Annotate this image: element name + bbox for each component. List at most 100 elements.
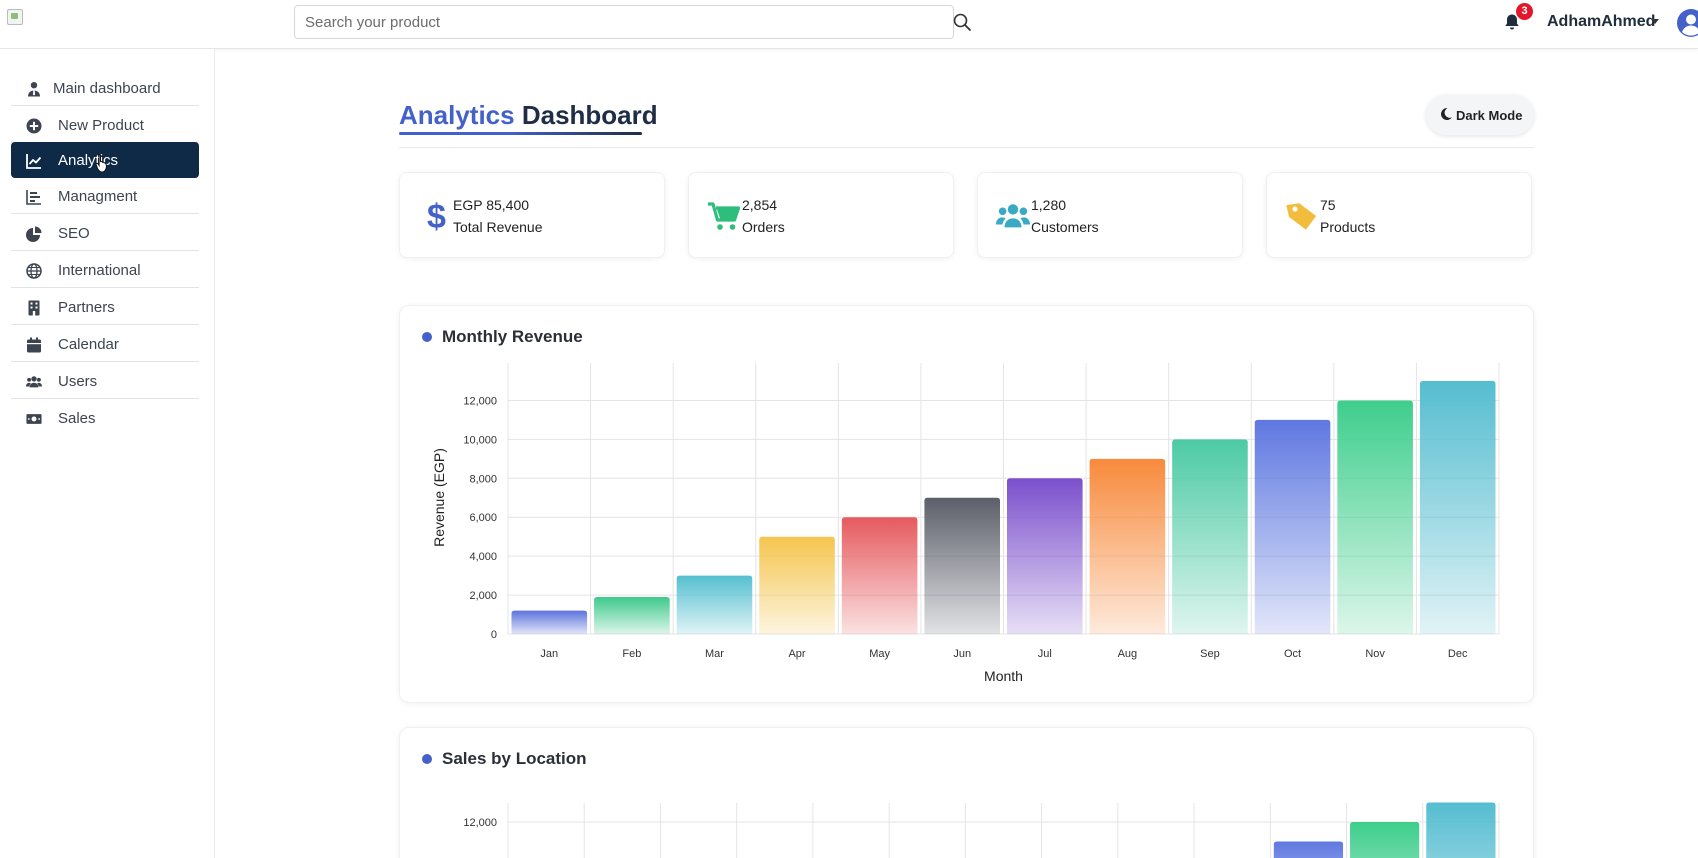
notification-badge: 3: [1516, 3, 1533, 20]
sidebar-item-users[interactable]: Users: [11, 363, 199, 399]
user-tie-icon: [28, 82, 40, 97]
sidebar-item-label: International: [58, 262, 141, 279]
stat-card-total-revenue: $ EGP 85,400 Total Revenue: [399, 172, 665, 258]
y-tick-label: 10,000: [463, 434, 497, 446]
bar: [1089, 458, 1166, 634]
money-bill-icon: [26, 414, 42, 424]
y-tick-label: 0: [491, 629, 497, 641]
stat-card-customers: 1,280 Customers: [977, 172, 1243, 258]
x-tick-label: Apr: [788, 648, 805, 660]
monthly-revenue-panel: Monthly Revenue 0 2,000 4,000 6,000 8,000 10,…: [399, 305, 1534, 703]
bar: [594, 597, 670, 634]
title-underline: [399, 132, 642, 135]
page-title-accent: Analytics: [399, 100, 515, 130]
globe-icon: [26, 263, 42, 279]
search-input[interactable]: [305, 6, 935, 38]
bar: [1350, 822, 1420, 858]
moon-icon: [1441, 107, 1452, 120]
sidebar-item-label: Users: [58, 373, 98, 390]
search-icon[interactable]: [952, 12, 972, 32]
stat-label: Customers: [1031, 219, 1099, 235]
sidebar-item-partners[interactable]: Partners: [11, 289, 199, 325]
page-title: Analytics Dashboard: [399, 100, 658, 131]
stat-card-orders: 2,854 Orders: [688, 172, 954, 258]
x-tick-label: Dec: [1448, 648, 1468, 660]
sidebar-item-label: Main dashboard: [53, 80, 161, 97]
tag-icon: [1286, 203, 1317, 230]
x-tick-label: Oct: [1284, 648, 1301, 660]
search-box: [294, 5, 954, 39]
y-tick-label: 4,000: [469, 551, 497, 563]
sidebar-item-calendar[interactable]: Calendar: [11, 326, 199, 362]
chart-bar-icon: [26, 190, 41, 205]
users-icon: [26, 376, 42, 388]
y-tick-label: 8,000: [469, 473, 497, 485]
logo-image[interactable]: [7, 9, 23, 25]
bar: [1007, 478, 1083, 634]
bar: [1172, 439, 1248, 634]
bar: [1254, 419, 1331, 634]
user-avatar-icon[interactable]: [1676, 8, 1698, 38]
sales-by-location-chart: 12,000: [463, 802, 1500, 858]
calendar-icon: [27, 337, 41, 353]
stat-card-products: 75 Products: [1266, 172, 1532, 258]
x-tick-label: Nov: [1365, 648, 1385, 660]
stat-value: EGP 85,400: [453, 197, 530, 213]
sidebar-item-label: New Product: [58, 117, 144, 134]
x-tick-label: May: [869, 648, 890, 660]
sidebar-item-new-product[interactable]: New Product: [11, 107, 199, 143]
sidebar-item-managment[interactable]: Managment: [11, 178, 199, 214]
sidebar-item-label: Analytics: [58, 152, 119, 169]
sidebar-item-label: Managment: [58, 188, 138, 205]
top-navbar: 3 AdhamAhmed: [0, 0, 1698, 49]
dollar-icon: $: [427, 199, 446, 233]
sidebar-item-seo[interactable]: SEO: [11, 215, 199, 251]
divider: [399, 147, 1534, 148]
stat-label: Products: [1320, 219, 1376, 235]
sales-by-location-panel: Sales by Location 12,000: [399, 727, 1534, 858]
bar: [1426, 802, 1496, 858]
sidebar-item-label: SEO: [58, 225, 90, 242]
stat-value: 1,280: [1031, 197, 1067, 213]
y-tick-label: 12,000: [463, 817, 497, 829]
building-icon: [28, 300, 40, 316]
bar: [759, 536, 835, 634]
page-title-rest: Dashboard: [521, 100, 658, 130]
x-tick-label: Sep: [1200, 648, 1220, 660]
stat-label: Total Revenue: [453, 219, 543, 235]
sidebar-item-label: Calendar: [58, 336, 119, 353]
sidebar-item-main-dashboard[interactable]: Main dashboard: [11, 70, 199, 106]
bar: [1337, 400, 1413, 634]
y-axis-label: Revenue (EGP): [431, 448, 447, 547]
bar: [1419, 381, 1496, 634]
svg-text:$: $: [427, 199, 446, 233]
chevron-down-icon[interactable]: [1651, 19, 1659, 24]
sidebar-item-label: Sales: [58, 410, 96, 427]
chart-line-icon: [26, 154, 42, 169]
bar: [511, 610, 588, 634]
y-tick-label: 12,000: [463, 395, 497, 407]
user-name[interactable]: AdhamAhmed: [1547, 13, 1655, 31]
dark-mode-button[interactable]: Dark Mode: [1426, 95, 1534, 135]
y-tick-label: 6,000: [469, 512, 497, 524]
sidebar-item-sales[interactable]: Sales: [11, 400, 199, 436]
monthly-revenue-chart: 0 2,000 4,000 6,000 8,000 10,000 12,000 Jan Feb M…: [431, 363, 1500, 684]
sidebar-item-international[interactable]: International: [11, 252, 199, 288]
stat-value: 75: [1320, 197, 1336, 213]
dark-mode-label: Dark Mode: [1456, 108, 1523, 123]
sidebar: Main dashboard New Product Analytics Man…: [0, 49, 215, 858]
bar: [841, 517, 918, 634]
cart-icon: [708, 202, 741, 230]
y-tick-label: 2,000: [469, 590, 497, 602]
x-axis-label: Month: [984, 668, 1023, 684]
x-tick-label: Mar: [705, 648, 724, 660]
bar: [1273, 841, 1344, 858]
sidebar-item-analytics[interactable]: Analytics: [11, 142, 199, 178]
x-tick-label: Jan: [540, 648, 558, 660]
bar: [676, 575, 753, 634]
chart-pie-icon: [26, 226, 42, 242]
x-tick-label: Aug: [1118, 648, 1138, 660]
plus-circle-icon: [26, 118, 42, 134]
stat-label: Orders: [742, 219, 785, 235]
x-tick-label: Jul: [1038, 648, 1052, 660]
